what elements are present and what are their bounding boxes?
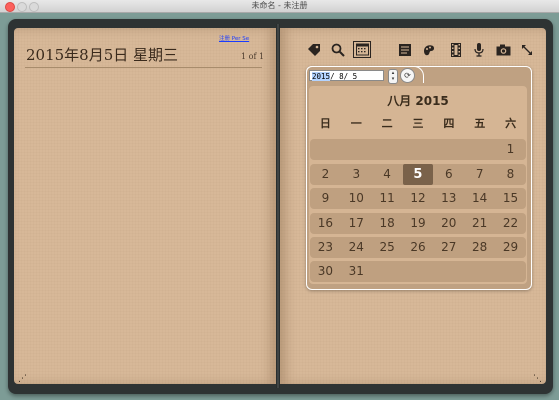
calendar-empty-cell [464,261,495,282]
date-input-rest: / 8/ 5 [330,72,358,81]
left-page[interactable] [14,28,276,384]
calendar-week-row: 16 17 18 19 20 21 22 [310,213,526,234]
calendar-day[interactable]: 13 [433,188,464,209]
calendar-day[interactable]: 18 [372,213,403,234]
date-stepper[interactable]: ▴ ▾ [388,69,398,84]
calendar-week-row: 23 24 25 26 27 28 29 [310,237,526,258]
weekday-label: 四 [443,117,455,130]
calendar-day[interactable]: 28 [464,237,495,258]
calendar-day[interactable]: 20 [433,213,464,234]
calendar-empty-cell [341,139,372,160]
reset-date-icon[interactable]: ⟳ [400,68,415,83]
calendar-empty-cell [372,139,403,160]
weekday-label: 六 [505,117,517,130]
zoom-window-button[interactable] [29,2,39,12]
calendar-day[interactable]: 9 [310,188,341,209]
calendar-day[interactable]: 8 [495,164,526,185]
calendar-week-row: 30 31 [310,261,526,282]
calendar-day[interactable]: 27 [433,237,464,258]
calendar-day[interactable]: 7 [464,164,495,185]
search-icon[interactable] [330,42,346,58]
window-titlebar: 未命名 - 未注册 [0,0,559,13]
microphone-icon[interactable] [471,42,487,58]
stepper-down-icon[interactable]: ▾ [389,76,397,82]
date-year-selection: 2015 [312,72,331,81]
calendar-empty-cell [495,261,526,282]
calendar-empty-cell [433,261,464,282]
weekday-header: 日 一 二 三 四 五 六 [310,115,526,131]
minimize-window-button[interactable] [17,2,27,12]
calendar-empty-cell [372,261,403,282]
calendar-day[interactable]: 4 [372,164,403,185]
calendar-day[interactable]: 14 [464,188,495,209]
calendar-day-selected[interactable]: 5 [402,164,434,185]
page-date-title: 2015年8月5日 星期三 [26,46,179,64]
calendar-month-title: 八月 2015 [387,94,449,108]
calendar-day[interactable]: 1 [495,139,526,160]
calendar-day[interactable]: 23 [310,237,341,258]
tag-icon[interactable] [306,42,322,58]
journal-spine [276,24,280,388]
page-count: 1 of 1 [241,52,265,61]
calendar-icon[interactable] [353,41,371,58]
calendar-empty-cell [403,139,434,160]
calendar-day[interactable]: 21 [464,213,495,234]
calendar-empty-cell [310,139,341,160]
close-window-button[interactable] [5,2,15,12]
calendar-day[interactable]: 26 [403,237,434,258]
calendar-day[interactable]: 17 [341,213,372,234]
camera-icon[interactable] [495,42,511,58]
weekday-label: 日 [319,117,331,130]
film-icon[interactable] [448,42,464,58]
calendar-day[interactable]: 19 [403,213,434,234]
calendar-empty-cell [433,139,464,160]
calendar-day[interactable]: 25 [372,237,403,258]
notes-icon[interactable] [397,42,413,58]
weekday-label: 五 [474,117,486,130]
paint-icon[interactable] [421,42,437,58]
weekday-label: 一 [350,117,362,130]
calendar-day[interactable]: 15 [495,188,526,209]
calendar-day[interactable]: 16 [310,213,341,234]
title-divider [25,67,262,68]
calendar-empty-cell [403,261,434,282]
window-title: 未命名 - 未注册 [251,1,308,10]
calendar-day[interactable]: 22 [495,213,526,234]
calendar-empty-cell [464,139,495,160]
date-input-field[interactable]: 2015/ 8/ 5 [309,70,384,81]
calendar-day[interactable]: 10 [341,188,372,209]
weekday-label: 二 [381,117,393,130]
calendar-day[interactable]: 24 [341,237,372,258]
calendar-day[interactable]: 11 [372,188,403,209]
calendar-day[interactable]: 30 [310,261,341,282]
calendar-day[interactable]: 2 [310,164,341,185]
calendar-week-row: 1 [310,139,526,160]
calendar-day[interactable]: 29 [495,237,526,258]
weekday-label: 三 [412,117,424,130]
calendar-day[interactable]: 6 [433,164,464,185]
calendar-day[interactable]: 31 [341,261,372,282]
register-link[interactable]: 注册 Per Se [219,34,249,42]
expand-icon[interactable] [519,42,535,58]
calendar-day[interactable]: 3 [341,164,372,185]
page-corner-right-icon[interactable]: ⋱ [533,373,545,385]
calendar-week-row: 2345678 [310,164,526,185]
page-corner-left-icon[interactable]: ⋰ [18,373,30,385]
calendar-day[interactable]: 12 [403,188,434,209]
calendar-week-row: 9 10 11 12 13 14 15 [310,188,526,209]
